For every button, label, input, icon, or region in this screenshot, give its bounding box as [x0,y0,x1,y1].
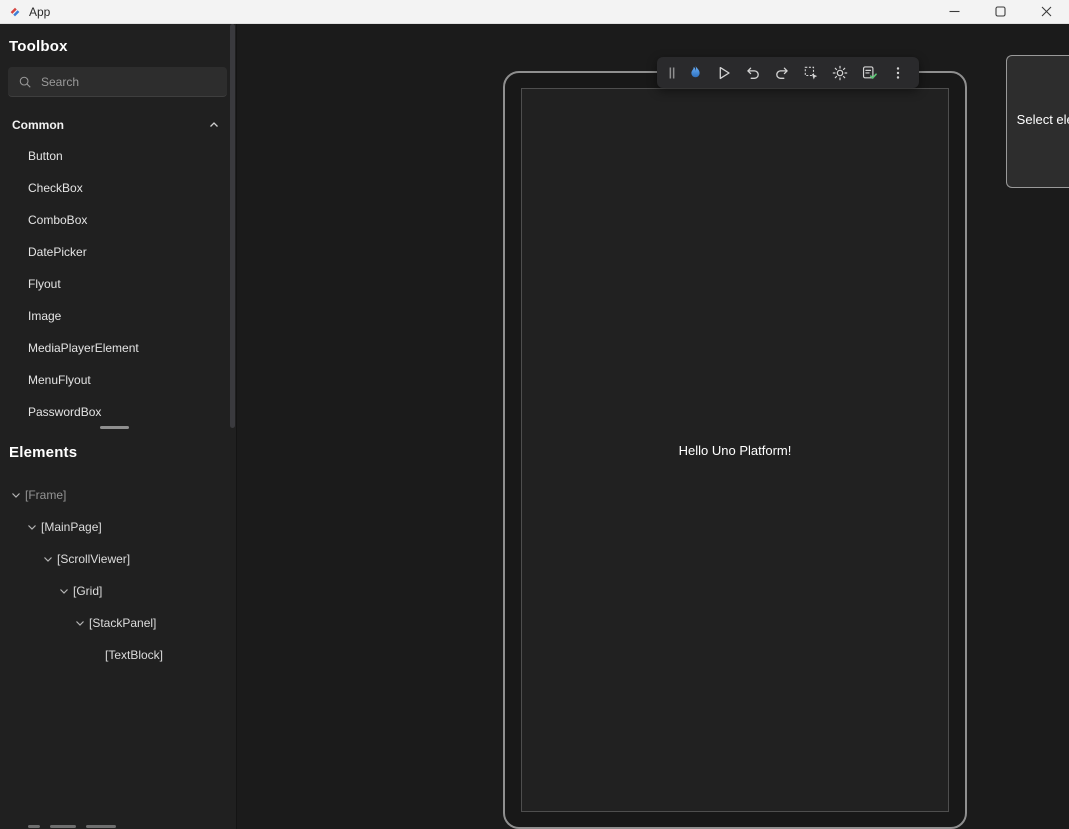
tree-node-frame[interactable]: [Frame] [0,479,236,511]
tree-node-textblock[interactable]: [TextBlock] [0,639,236,671]
element-picker-icon [803,65,819,81]
toolbox-item-image[interactable]: Image [0,300,236,332]
search-icon [18,75,32,89]
window-controls [931,0,1069,23]
toolbox-item-list: ButtonCheckBoxComboBoxDatePickerFlyoutIm… [0,140,236,428]
play-button[interactable] [712,61,736,85]
toolbox-item-combobox[interactable]: ComboBox [0,204,236,236]
maximize-button[interactable] [977,0,1023,23]
chevron-spacer [88,649,104,661]
theme-toggle-button[interactable] [828,61,852,85]
properties-panel: No selection Select elements on the canv… [1006,55,1069,188]
element-picker-button[interactable] [799,61,823,85]
minimize-icon [949,6,960,17]
validate-button[interactable] [857,61,881,85]
toolbox-item-button[interactable]: Button [0,140,236,172]
hot-reload-button[interactable] [683,61,707,85]
validate-check-icon [861,64,878,81]
redo-button[interactable] [770,61,794,85]
toolbox-search-input[interactable] [41,75,217,89]
drag-handle-icon [667,65,677,81]
toolbox-item-mediaplayerelement[interactable]: MediaPlayerElement [0,332,236,364]
hot-reload-flame-icon [687,64,704,81]
chevron-down-icon[interactable] [72,617,88,629]
chevron-down-icon[interactable] [8,489,24,501]
properties-message: Select elements on the canvas or from El… [1011,110,1069,150]
toolbox-item-checkbox[interactable]: CheckBox [0,172,236,204]
chevron-down-icon[interactable] [56,585,72,597]
tree-node-scrollviewer[interactable]: [ScrollViewer] [0,543,236,575]
tree-node-label: [Frame] [25,488,66,502]
elements-title: Elements [0,430,236,461]
play-icon [716,65,732,81]
toolbox-vertical-scrollbar[interactable] [230,24,235,428]
toolbox-search-box[interactable] [8,67,227,97]
design-toolbar [657,57,919,88]
device-screen[interactable]: Hello Uno Platform! [521,88,949,812]
toolbox-item-menuflyout[interactable]: MenuFlyout [0,364,236,396]
toolbox-item-passwordbox[interactable]: PasswordBox [0,396,236,428]
toolbox-section-label: Common [12,118,64,132]
design-canvas[interactable]: Hello Uno Platform! [237,24,1069,829]
toolbox-horizontal-scrollbar-thumb[interactable] [100,426,129,429]
tree-node-label: [ScrollViewer] [57,552,130,566]
app-icon [8,5,22,19]
close-icon [1041,6,1052,17]
tree-node-label: [StackPanel] [89,616,156,630]
clipped-bottom-fragment [28,825,116,828]
tree-node-label: [TextBlock] [105,648,163,662]
elements-tree: [Frame] [MainPage] [ScrollViewer] [Grid] [St… [0,479,236,671]
toolbox-item-datepicker[interactable]: DatePicker [0,236,236,268]
toolbox-section-common[interactable]: Common [0,110,236,140]
close-button[interactable] [1023,0,1069,23]
undo-button[interactable] [741,61,765,85]
device-frame: Hello Uno Platform! [503,71,967,829]
toolbar-drag-handle[interactable] [666,61,678,85]
tree-node-label: [MainPage] [41,520,102,534]
theme-sun-icon [832,65,848,81]
undo-icon [745,65,761,81]
maximize-icon [995,6,1006,17]
toolbox-panel: Toolbox Common ButtonCheckBoxComboBoxDat… [0,24,236,430]
tree-node-stackpanel[interactable]: [StackPanel] [0,607,236,639]
minimize-button[interactable] [931,0,977,23]
more-options-button[interactable] [886,61,910,85]
elements-panel: Elements [Frame] [MainPage] [ScrollViewer]… [0,430,236,671]
sidebar: Toolbox Common ButtonCheckBoxComboBoxDat… [0,24,237,829]
tree-node-mainpage[interactable]: [MainPage] [0,511,236,543]
tree-node-grid[interactable]: [Grid] [0,575,236,607]
toolbox-item-flyout[interactable]: Flyout [0,268,236,300]
hello-textblock: Hello Uno Platform! [679,443,792,458]
chevron-down-icon[interactable] [40,553,56,565]
chevron-down-icon[interactable] [24,521,40,533]
titlebar: App [0,0,1069,24]
window-title: App [29,5,50,19]
ellipsis-vertical-icon [891,65,905,81]
toolbox-title: Toolbox [0,24,236,55]
redo-icon [774,65,790,81]
chevron-up-icon [208,119,220,131]
tree-node-label: [Grid] [73,584,102,598]
